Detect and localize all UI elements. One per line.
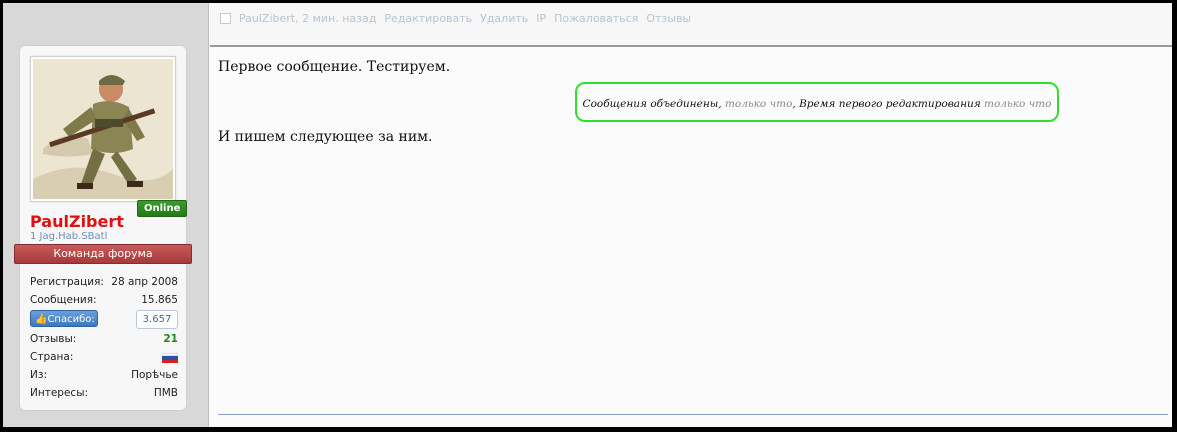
avatar[interactable] — [30, 56, 176, 202]
user-sidebar: Online PaulZibert 1 Jag.Hab.SBatl Команд… — [3, 3, 209, 427]
stat-country: Страна: — [30, 351, 178, 369]
stat-registration: Регистрация: 28 апр 2008 — [30, 276, 178, 294]
forum-post: Online PaulZibert 1 Jag.Hab.SBatl Команд… — [3, 3, 1172, 427]
stat-label: Из: — [30, 369, 47, 381]
avatar-image — [33, 59, 173, 199]
stat-label: Страна: — [30, 351, 74, 363]
username-link[interactable]: PaulZibert — [30, 212, 124, 231]
edit-link[interactable]: Редактировать — [384, 12, 472, 25]
stat-feedback: Отзывы: 21 — [30, 333, 178, 351]
stat-from: Из: Порѣчье — [30, 369, 178, 387]
staff-ribbon: Команда форума — [14, 244, 192, 264]
stat-label: Интересы: — [30, 387, 89, 399]
feedback-link[interactable]: Отзывы — [646, 12, 691, 25]
stat-value: ПМВ — [153, 387, 178, 399]
post-text-line: Первое сообщение. Тестируем. — [218, 59, 451, 75]
merge-time: только что — [724, 98, 793, 110]
select-post-checkbox[interactable] — [220, 13, 231, 24]
stat-label: Регистрация: — [30, 276, 104, 288]
thanks-button[interactable]: 👍Спасибо: — [30, 310, 98, 327]
merge-notice-text: Сообщения объединены, — [582, 98, 725, 110]
post-meta[interactable]: PaulZibert, 2 мин. назад — [239, 12, 376, 25]
stat-value: Порѣчье — [131, 369, 178, 381]
thumbs-up-icon: 👍 — [35, 314, 48, 325]
user-card: Online PaulZibert 1 Jag.Hab.SBatl Команд… — [14, 45, 192, 411]
stat-thanks: 👍Спасибо: 3.657 — [30, 310, 178, 333]
thanks-count[interactable]: 3.657 — [136, 310, 178, 329]
merge-notice: Сообщения объединены, только что, Время … — [575, 82, 1059, 122]
stat-label: Отзывы: — [30, 333, 77, 345]
first-edit-time: только что — [984, 98, 1052, 110]
merge-notice-text: , Время первого редактирования — [792, 98, 985, 110]
thanks-button-label: Спасибо: — [47, 314, 95, 325]
stat-value: 28 апр 2008 — [111, 276, 178, 288]
russia-flag-icon — [162, 353, 178, 363]
user-title: 1 Jag.Hab.SBatl — [30, 231, 108, 242]
stat-interests: Интересы: ПМВ — [30, 387, 178, 405]
user-stats: Регистрация: 28 апр 2008 Сообщения: 15.8… — [30, 276, 178, 405]
stat-label: Сообщения: — [30, 294, 97, 306]
post-action-bar: PaulZibert, 2 мин. назад Редактировать У… — [210, 3, 1172, 47]
post-text-line: И пишем следующее за ним. — [218, 129, 433, 145]
ip-link[interactable]: IP — [536, 12, 546, 25]
soldier-illustration-icon — [33, 59, 173, 199]
report-link[interactable]: Пожаловаться — [554, 12, 638, 25]
post-actions: PaulZibert, 2 мин. назад Редактировать У… — [220, 12, 691, 25]
stat-value[interactable]: 21 — [163, 333, 178, 345]
stat-value[interactable]: 15.865 — [141, 294, 178, 306]
online-badge: Online — [137, 200, 188, 217]
delete-link[interactable]: Удалить — [480, 12, 528, 25]
post-divider — [218, 414, 1168, 415]
